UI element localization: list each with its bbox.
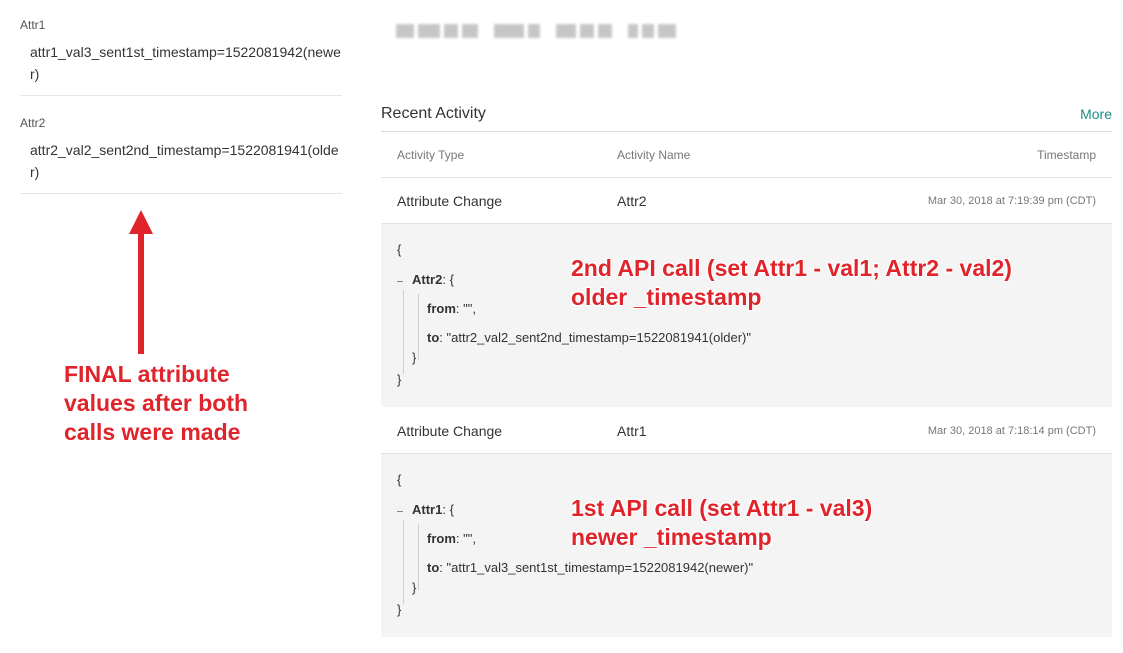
json-from-label: from: [427, 301, 456, 316]
column-activity-type: Activity Type: [397, 147, 465, 162]
column-activity-name: Activity Name: [617, 147, 691, 162]
json-close-brace: }: [397, 372, 402, 387]
annotation-final-values: FINAL attribute values after both calls …: [64, 361, 249, 445]
activity-detail: { Attr2: { from: "", to: "attr2_val2_sen…: [381, 224, 1112, 408]
attribute-name: Attr2: [20, 116, 46, 130]
column-timestamp: Timestamp: [1037, 147, 1096, 162]
json-key-line: Attr1: {: [412, 502, 454, 517]
annotation-first-call: 1st API call (set Attr1 - val3) newer _t…: [571, 495, 873, 550]
json-from-value: : "",: [455, 301, 476, 316]
recent-activity-header: Recent Activity More: [381, 96, 1112, 132]
tree-guide-line: [403, 290, 404, 374]
activity-type: Attribute Change: [397, 422, 503, 439]
tree-guide-line: [418, 294, 419, 360]
collapse-toggle-icon[interactable]: [397, 281, 403, 282]
more-link[interactable]: More: [1080, 106, 1112, 122]
json-from-label: from: [427, 531, 456, 546]
json-inner-close: }: [412, 350, 417, 365]
json-to-line: to: "attr2_val2_sent2nd_timestamp=152208…: [427, 330, 751, 345]
collapse-toggle-icon[interactable]: [397, 511, 403, 512]
activity-type: Attribute Change: [397, 192, 503, 209]
redacted-title: [396, 24, 676, 38]
json-key: Attr1: [412, 502, 443, 517]
json-to-value: : "attr2_val2_sent2nd_timestamp=15220819…: [439, 330, 751, 345]
json-to-label: to: [427, 560, 440, 575]
attribute-value: attr2_val2_sent2nd_timestamp=1522081941(…: [30, 142, 339, 180]
activity-row[interactable]: Attribute Change Attr1 Mar 30, 2018 at 7…: [381, 408, 1112, 454]
attribute-panel: Attr1 attr1_val3_sent1st_timestamp=15220…: [20, 14, 342, 210]
json-key-open: : {: [442, 502, 454, 517]
json-to-value: : "attr1_val3_sent1st_timestamp=15220819…: [439, 560, 754, 575]
json-open-brace: {: [397, 242, 402, 257]
recent-activity-title: Recent Activity: [381, 104, 486, 122]
json-key-line: Attr2: {: [412, 272, 454, 287]
json-inner-close: }: [412, 580, 417, 595]
json-close-brace: }: [397, 602, 402, 617]
json-to-label: to: [427, 330, 440, 345]
arrow-shaft: [138, 230, 144, 354]
activity-timestamp: Mar 30, 2018 at 7:18:14 pm (CDT): [927, 424, 1096, 437]
activity-table-header: Activity Type Activity Name Timestamp: [381, 132, 1112, 178]
attribute-value: attr1_val3_sent1st_timestamp=1522081942(…: [30, 44, 341, 82]
json-key: Attr2: [412, 272, 443, 287]
activity-row[interactable]: Attribute Change Attr2 Mar 30, 2018 at 7…: [381, 178, 1112, 224]
json-from-line: from: "",: [427, 531, 476, 546]
activity-name: Attr2: [617, 192, 647, 209]
json-from-value: : "",: [455, 531, 476, 546]
activity-timestamp: Mar 30, 2018 at 7:19:39 pm (CDT): [927, 194, 1096, 207]
json-key-open: : {: [442, 272, 454, 287]
json-from-line: from: "",: [427, 301, 476, 316]
attribute-item: Attr1 attr1_val3_sent1st_timestamp=15220…: [20, 14, 342, 96]
tree-guide-line: [418, 524, 419, 590]
json-to-line: to: "attr1_val3_sent1st_timestamp=152208…: [427, 560, 753, 575]
recent-activity-panel: Recent Activity More Activity Type Activ…: [381, 96, 1112, 638]
tree-guide-line: [403, 520, 404, 604]
attribute-name: Attr1: [20, 18, 46, 32]
attribute-item: Attr2 attr2_val2_sent2nd_timestamp=15220…: [20, 112, 342, 194]
activity-name: Attr1: [617, 422, 647, 439]
json-open-brace: {: [397, 472, 402, 487]
annotation-second-call: 2nd API call (set Attr1 - val1; Attr2 - …: [571, 255, 1012, 310]
